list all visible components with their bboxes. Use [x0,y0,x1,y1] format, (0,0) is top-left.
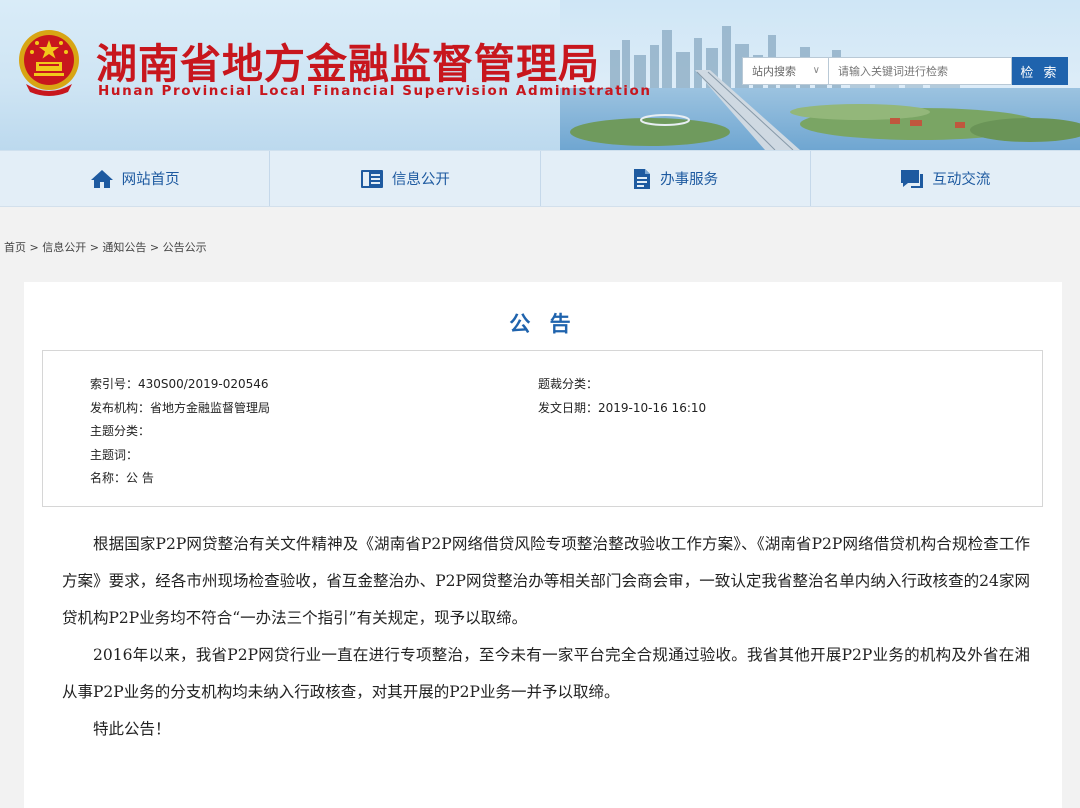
search-input[interactable] [828,57,1012,85]
body-paragraph: 特此公告！ [93,720,171,738]
chat-icon [901,169,924,188]
main-nav: 网站首页 信息公开 办事服务 互动交流 [0,150,1080,207]
body-paragraph: 2016年以来，我省P2P网贷行业一直在进行专项整治，至今未有一家平台完全合规通… [62,646,1030,701]
meta-subject-category: 主题分类： [90,424,151,438]
nav-label: 信息公开 [391,172,450,188]
breadcrumb[interactable]: 首页 > 信息公开 > 通知公告 > 公告公示 [4,239,207,255]
nav-label: 网站首页 [121,172,180,188]
nav-item-home[interactable]: 网站首页 [0,151,271,206]
meta-publish-date: 发文日期：2019-10-16 16:10 [538,400,707,415]
search-scope-label: 站内搜索 [752,65,796,78]
meta-index-no: 索引号：430S00/2019-020546 [90,377,269,391]
site-subtitle: Hunan Provincial Local Financial Supervi… [98,83,652,99]
notice-card: 公 告 索引号：430S00/2019-020546 发布机构：省地方金融监督管… [24,282,1062,808]
national-emblem-icon [19,30,79,96]
list-icon [360,169,383,188]
meta-right-column: 题裁分类： 发文日期：2019-10-16 16:10 [538,373,706,420]
nav-item-interaction[interactable]: 互动交流 [811,151,1080,206]
meta-publisher: 发布机构：省地方金融监督管理局 [90,400,271,415]
nav-item-services[interactable]: 办事服务 [541,151,811,206]
notice-title: 公 告 [509,312,577,336]
home-icon [90,169,113,188]
site-header: 湖南省地方金融监督管理局 Hunan Provincial Local Fina… [0,0,1080,150]
site-title: 湖南省地方金融监督管理局 [96,40,600,88]
notice-body: 根据国家P2P网贷整治有关文件精神及《湖南省P2P网络借贷风险专项整治整改验收工… [62,526,1030,748]
meta-left-column: 索引号：430S00/2019-020546 发布机构：省地方金融监督管理局 主… [90,373,270,491]
nav-item-info-disclosure[interactable]: 信息公开 [270,151,541,206]
body-paragraph: 根据国家P2P网贷整治有关文件精神及《湖南省P2P网络借贷风险专项整治整改验收工… [62,535,1030,627]
nav-label: 互动交流 [932,172,991,188]
meta-genre-category: 题裁分类： [538,377,599,391]
meta-keywords: 主题词： [90,447,139,462]
notice-meta-box: 索引号：430S00/2019-020546 发布机构：省地方金融监督管理局 主… [42,350,1043,507]
search-scope-select[interactable]: 站内搜索 ∨ [742,57,828,85]
search-button[interactable]: 检 索 [1012,57,1068,85]
document-icon [634,168,651,189]
search-bar: 站内搜索 ∨ 检 索 [742,57,1068,85]
chevron-down-icon: ∨ [812,65,820,76]
meta-name: 名称：公 告 [90,471,154,485]
nav-label: 办事服务 [660,172,719,188]
